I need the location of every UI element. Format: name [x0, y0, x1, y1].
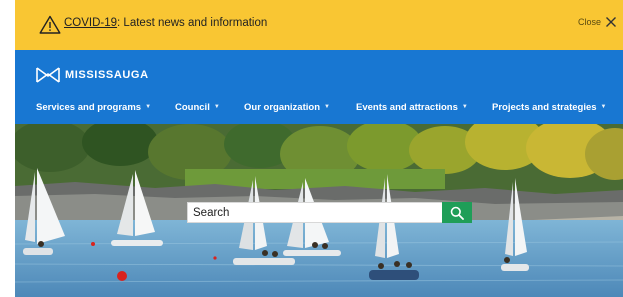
hero-banner [15, 124, 623, 297]
caret-down-icon: ▼ [600, 104, 607, 110]
alert-close-label: Close [577, 17, 601, 27]
search-input[interactable] [187, 202, 442, 223]
nav-item-label: Council [175, 102, 210, 113]
alert-message-text: : Latest news and information [117, 17, 268, 29]
search-button[interactable] [442, 202, 472, 223]
caret-down-icon: ▼ [461, 104, 468, 110]
nav-item-label: Events and attractions [356, 102, 458, 113]
covid-link[interactable]: COVID-19 [64, 17, 117, 29]
nav-item-projects-and-strategies[interactable]: Projects and strategies ▼ [492, 102, 607, 113]
site-logo[interactable]: MISSISSAUGA [36, 67, 149, 83]
nav-item-services-and-programs[interactable]: Services and programs ▼ [36, 102, 151, 113]
search-icon [450, 206, 464, 220]
brand-name: MISSISSAUGA [65, 69, 149, 81]
nav-item-council[interactable]: Council ▼ [175, 102, 220, 113]
caret-down-icon: ▼ [324, 104, 330, 110]
alert-banner: COVID-19: Latest news and information Cl… [15, 0, 623, 50]
warning-triangle-icon [39, 15, 61, 34]
alert-message: COVID-19: Latest news and information [64, 17, 267, 29]
site-header: MISSISSAUGA Services and programs ▼ Counc… [15, 50, 623, 124]
nav-item-events-and-attractions[interactable]: Events and attractions ▼ [356, 102, 468, 113]
nav-item-our-organization[interactable]: Our organization ▼ [244, 102, 330, 113]
nav-item-label: Services and programs [36, 102, 142, 113]
caret-down-icon: ▼ [213, 104, 220, 110]
search-bar [187, 202, 472, 223]
nav-item-label: Our organization [244, 102, 320, 113]
main-nav: Services and programs ▼ Council ▼ Our orga… [15, 102, 623, 124]
page: COVID-19: Latest news and information Cl… [15, 0, 623, 297]
alert-close-button[interactable]: Close [578, 16, 617, 28]
nav-item-label: Projects and strategies [492, 102, 597, 113]
close-icon [606, 17, 616, 27]
caret-down-icon: ▼ [145, 104, 152, 110]
mississauga-logo-icon [36, 67, 60, 83]
